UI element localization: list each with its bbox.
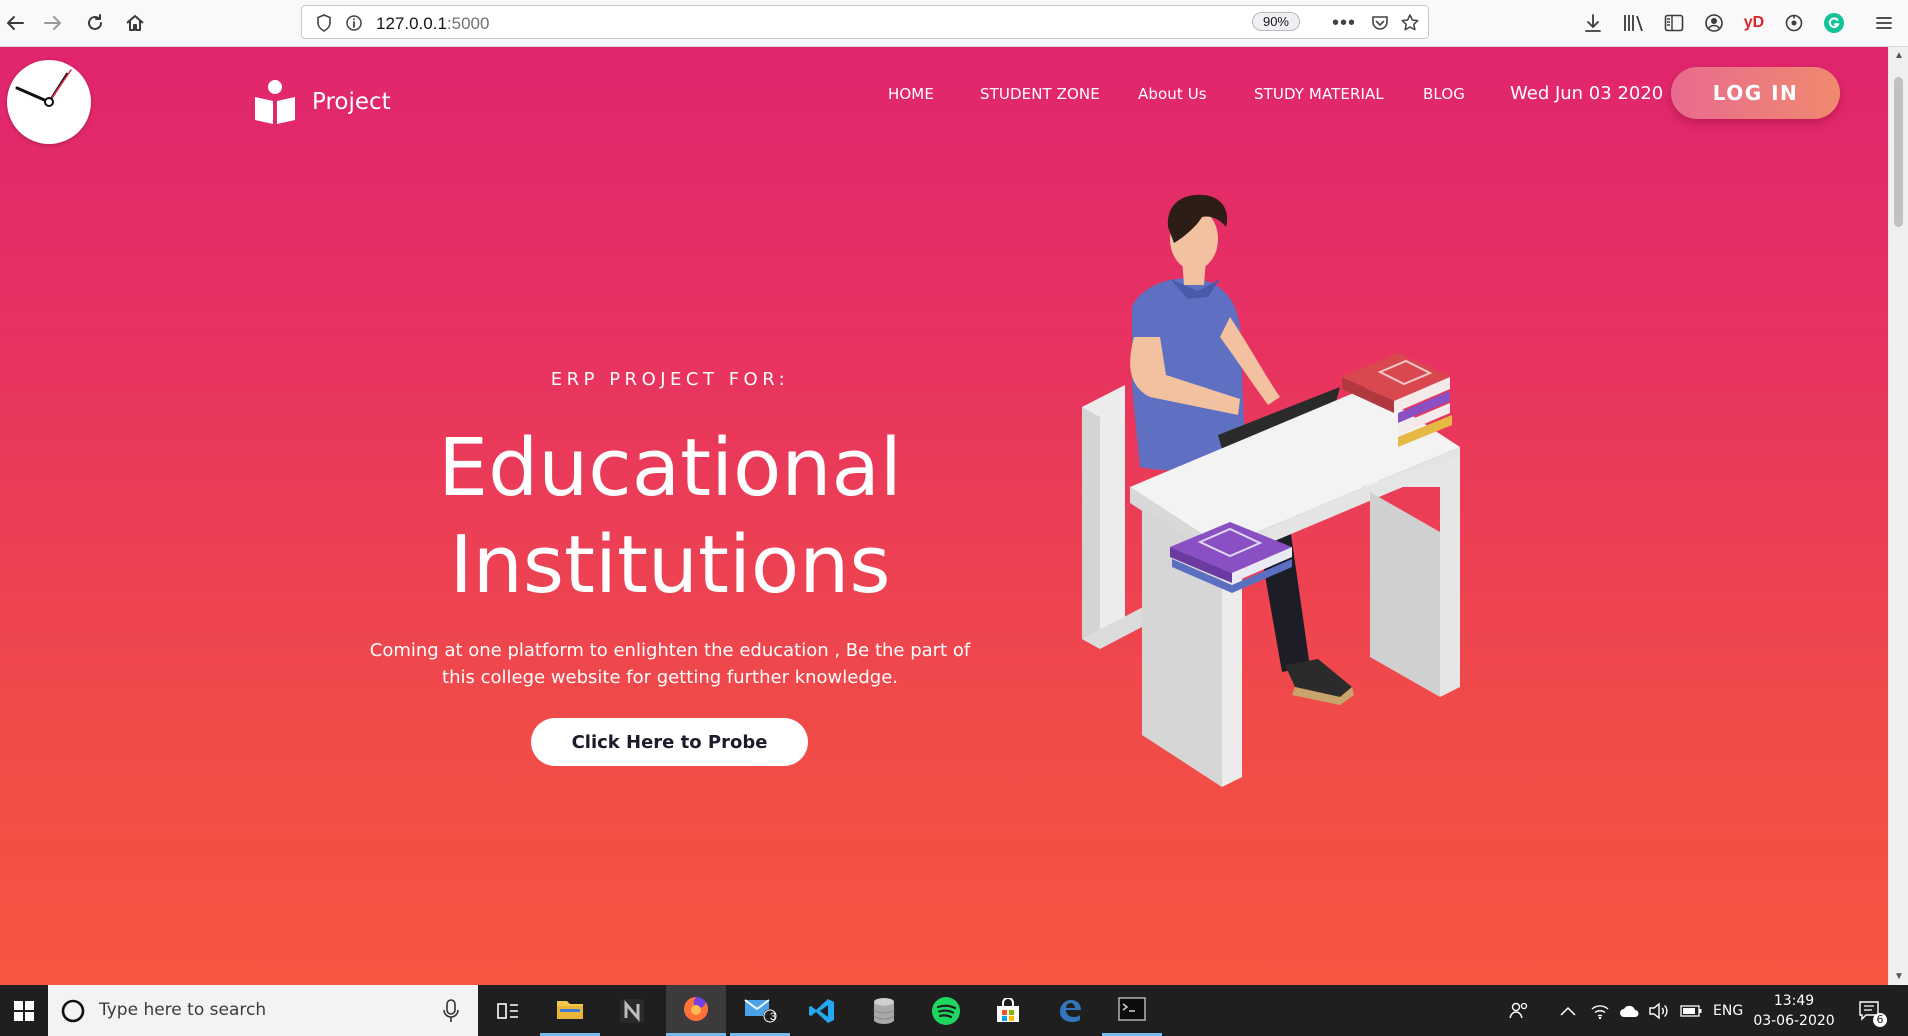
- student-desk-illustration: [1082, 194, 1460, 787]
- home-icon: [126, 15, 144, 31]
- hero-description: Coming at one platform to enlighten the …: [369, 640, 971, 688]
- menu-icon[interactable]: [1870, 10, 1898, 36]
- vscode-icon: [809, 998, 834, 1023]
- sidebar-icon[interactable]: [1660, 10, 1688, 36]
- shield-icon[interactable]: [312, 12, 336, 34]
- taskbar-edge[interactable]: [1040, 985, 1100, 1036]
- url-text: 127.0.0.1:5000: [376, 14, 490, 33]
- people-icon: [1509, 1002, 1528, 1018]
- arrow-right-icon: [44, 16, 61, 30]
- taskbar-firefox[interactable]: [666, 985, 726, 1036]
- hero-title: Educational Institutions: [340, 420, 1000, 614]
- hero-title-line1: Educational: [438, 422, 902, 514]
- battery-icon: [1680, 1004, 1702, 1017]
- page-viewport: Project HOME STUDENT ZONE About Us STUDY…: [0, 47, 1888, 985]
- mail-badge: 3: [770, 1011, 777, 1023]
- letter-n-app-icon: [620, 998, 644, 1023]
- nav-student-zone[interactable]: STUDENT ZONE: [980, 85, 1100, 103]
- hero-title-line2: Institutions: [449, 519, 891, 611]
- book-reader-icon: [255, 80, 295, 124]
- notification-count: 6: [1873, 1013, 1887, 1027]
- taskbar-store[interactable]: [978, 985, 1038, 1036]
- database-icon: [873, 997, 895, 1024]
- taskbar-app-n[interactable]: [602, 985, 662, 1036]
- bookmark-star-icon[interactable]: [1398, 12, 1422, 34]
- forward-button[interactable]: [38, 8, 68, 38]
- scroll-up-icon[interactable]: ▲: [1893, 50, 1905, 61]
- nav-blog[interactable]: BLOG: [1423, 85, 1465, 103]
- cta-button[interactable]: Click Here to Probe: [531, 718, 808, 766]
- volume-button[interactable]: [1648, 985, 1670, 1036]
- current-date: Wed Jun 03 2020: [1510, 83, 1664, 104]
- nav-about-us[interactable]: About Us: [1138, 85, 1207, 103]
- network-button[interactable]: [1590, 985, 1610, 1036]
- reload-button[interactable]: [80, 8, 110, 38]
- extension-icon[interactable]: [1780, 10, 1808, 36]
- onedrive-button[interactable]: [1619, 985, 1641, 1036]
- chevron-up-icon: [1560, 1006, 1576, 1016]
- clock-icon: [15, 69, 72, 107]
- taskbar-spotify[interactable]: [916, 985, 976, 1036]
- scroll-down-icon[interactable]: ▼: [1893, 971, 1905, 982]
- scroll-thumb[interactable]: [1894, 77, 1903, 227]
- brand-name: Project: [312, 89, 391, 115]
- spotify-icon: [932, 996, 960, 1025]
- account-icon[interactable]: [1700, 10, 1728, 36]
- taskbar-terminal[interactable]: [1102, 985, 1162, 1036]
- system-time: 13:49: [1773, 993, 1815, 1009]
- library-icon[interactable]: [1620, 10, 1648, 36]
- tray-overflow-button[interactable]: [1560, 985, 1576, 1036]
- zoom-indicator[interactable]: 90%: [1251, 12, 1300, 31]
- windows-taskbar: Type here to search 3 ENG 13:49 03-06-20…: [0, 985, 1908, 1036]
- action-center-button[interactable]: 6: [1858, 985, 1887, 1036]
- microphone-icon[interactable]: [443, 999, 459, 1023]
- nav-study-material[interactable]: STUDY MATERIAL: [1254, 85, 1384, 103]
- brand-logo[interactable]: Project: [252, 79, 391, 125]
- taskbar-vscode[interactable]: [792, 985, 852, 1036]
- reload-icon: [88, 14, 102, 30]
- downloads-icon[interactable]: [1579, 10, 1607, 36]
- people-button[interactable]: [1508, 985, 1530, 1036]
- taskbar-mail[interactable]: 3: [730, 985, 790, 1036]
- speaker-icon: [1649, 1002, 1668, 1019]
- cortana-icon: [61, 999, 85, 1023]
- task-view-icon: [497, 1002, 518, 1019]
- task-view-button[interactable]: [478, 985, 538, 1036]
- terminal-icon: [1118, 997, 1146, 1021]
- battery-button[interactable]: [1680, 985, 1702, 1036]
- taskbar-file-explorer[interactable]: [540, 985, 600, 1036]
- firefox-icon: [684, 997, 708, 1021]
- pocket-icon[interactable]: [1368, 12, 1392, 34]
- browser-toolbar: 127.0.0.1:5000 90% ••• yD: [0, 0, 1908, 47]
- nav-home[interactable]: HOME: [888, 85, 934, 103]
- taskbar-search[interactable]: Type here to search: [48, 985, 478, 1036]
- windows-logo-icon: [14, 1000, 34, 1021]
- store-icon: [997, 997, 1019, 1022]
- back-button[interactable]: [0, 8, 30, 38]
- yandex-translate-icon[interactable]: yD: [1740, 10, 1768, 36]
- input-language[interactable]: ENG: [1713, 985, 1743, 1036]
- login-button[interactable]: LOG IN: [1671, 67, 1840, 119]
- more-actions-icon[interactable]: •••: [1332, 12, 1356, 34]
- page-scrollbar[interactable]: ▲ ▼: [1888, 47, 1908, 985]
- system-clock[interactable]: 13:49 03-06-2020: [1752, 991, 1836, 1031]
- wifi-icon: [1591, 1004, 1609, 1019]
- info-icon[interactable]: [342, 12, 366, 34]
- grammarly-icon[interactable]: [1820, 10, 1848, 36]
- hero-kicker: ERP PROJECT FOR:: [550, 369, 790, 390]
- address-bar[interactable]: 127.0.0.1:5000 90% •••: [301, 5, 1429, 39]
- analog-clock: [7, 60, 91, 144]
- start-button[interactable]: [0, 985, 48, 1036]
- home-button[interactable]: [120, 8, 150, 38]
- arrow-left-icon: [7, 16, 24, 30]
- folder-icon: [557, 1001, 583, 1019]
- edge-icon: [1060, 999, 1081, 1022]
- cloud-icon: [1620, 1005, 1639, 1017]
- search-placeholder: Type here to search: [99, 1000, 267, 1020]
- system-date: 03-06-2020: [1753, 1013, 1835, 1029]
- taskbar-database[interactable]: [854, 985, 914, 1036]
